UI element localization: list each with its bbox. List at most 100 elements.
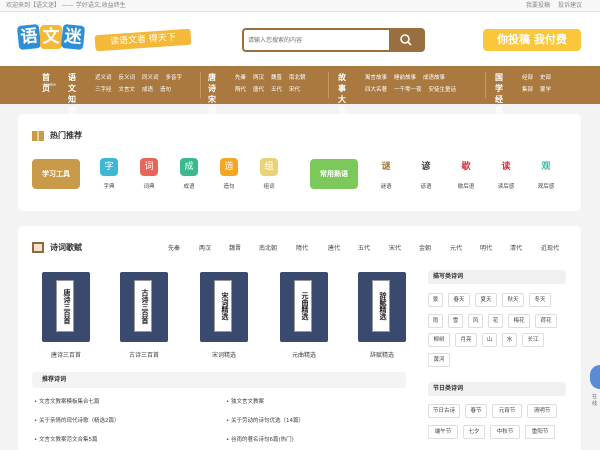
nav-link[interactable]: 两汉 (253, 75, 264, 81)
tag-chip[interactable]: 风 (468, 314, 483, 328)
nav-poetry-title[interactable]: 唐诗 宋词 (208, 72, 216, 116)
nav-link[interactable]: 反义词 (119, 75, 136, 81)
tool-xiehouyu[interactable]: 歇歇后语 (451, 158, 481, 190)
tag-chip[interactable]: 景 (428, 293, 443, 307)
tab-dynasty[interactable]: 明代 (480, 243, 492, 252)
nav-link[interactable]: 魏晋 (271, 75, 282, 81)
nav-link[interactable]: 四大名著 (365, 87, 387, 93)
nav-chinese-title[interactable]: 语文 知识 (68, 72, 76, 116)
tab-dynasty[interactable]: 南北朝 (259, 243, 277, 252)
tab-dynasty[interactable]: 先秦 (168, 243, 180, 252)
nav-link[interactable]: 隋代 (235, 87, 246, 93)
nav-link[interactable]: 同义词 (142, 75, 159, 81)
tool-riddle[interactable]: 谜谜语 (371, 158, 401, 190)
tag-chip[interactable]: 春节 (465, 404, 487, 418)
tag-chip[interactable]: 山 (482, 333, 497, 347)
tag-chip[interactable]: 黄河 (428, 353, 450, 367)
submit-link[interactable]: 我要投稿 (526, 2, 550, 9)
tab-dynasty[interactable]: 元代 (450, 243, 462, 252)
tool-sentence[interactable]: 造造句 (214, 158, 244, 190)
nav-link[interactable]: 寓言故事 (365, 75, 387, 81)
recommend-link[interactable]: • 关于亲情的现代诗歌（精选2篇） (34, 416, 120, 424)
recommend-link[interactable]: • 文言文教案模板集合七篇 (34, 397, 100, 405)
complaint-link[interactable]: 投诉建议 (558, 2, 582, 9)
nav-link[interactable]: 史部 (540, 75, 551, 81)
tab-dynasty[interactable]: 五代 (358, 243, 370, 252)
tag-chip[interactable]: 夏天 (475, 293, 497, 307)
tab-dynasty[interactable]: 金朝 (419, 243, 431, 252)
book-tangshi[interactable]: 唐诗三百首 唐诗三百首 (40, 272, 92, 359)
tag-chip[interactable]: 冬天 (529, 293, 551, 307)
online-service-float[interactable] (590, 365, 600, 389)
tool-book-review[interactable]: 读读后感 (491, 158, 521, 190)
nav-link[interactable]: 蒙学 (540, 87, 551, 93)
site-logo[interactable]: 语 文 迷 (16, 23, 86, 55)
tool-proverb[interactable]: 谚谚语 (411, 158, 441, 190)
tag-chip[interactable]: 清明节 (527, 404, 557, 418)
search-button[interactable] (389, 30, 423, 50)
recommend-link[interactable]: • 文言文教案范文合集5篇 (34, 435, 98, 443)
nav-link[interactable]: 宋代 (289, 87, 300, 93)
book-yuanqu[interactable]: 元曲精选 元曲精选 (278, 272, 330, 359)
tab-dynasty[interactable]: 唐代 (328, 243, 340, 252)
nav-link[interactable]: 唐代 (253, 87, 264, 93)
logo-char-1: 语 (16, 23, 42, 51)
tab-dynasty[interactable]: 清代 (510, 243, 522, 252)
nav-link[interactable]: 安徒生童话 (429, 87, 457, 93)
nav-link[interactable]: 五代 (271, 87, 282, 93)
tool-words[interactable]: 组组词 (254, 158, 284, 190)
tag-chip[interactable]: 水 (502, 333, 517, 347)
tag-chip[interactable]: 春天 (448, 293, 470, 307)
tag-chip[interactable]: 月亮 (455, 333, 477, 347)
search-input[interactable] (248, 32, 388, 48)
tab-dynasty[interactable]: 宋代 (389, 243, 401, 252)
tag-chip[interactable]: 中秋节 (490, 425, 520, 439)
tag-chip[interactable]: 荷花 (535, 314, 557, 328)
tab-dynasty[interactable]: 隋代 (296, 243, 308, 252)
book-cifu[interactable]: 辞赋精选 辞赋精选 (356, 272, 408, 359)
tool-movie-review[interactable]: 观观后感 (531, 158, 561, 190)
tag-chip[interactable]: 节日古诗 (428, 404, 460, 418)
nav-divider (328, 72, 329, 98)
nav-link[interactable]: 集部 (522, 87, 533, 93)
recommend-link[interactable]: • 独文言文教案 (226, 397, 264, 405)
tab-dynasty[interactable]: 两汉 (199, 243, 211, 252)
recommend-link[interactable]: • 谷雨的著名诗句6篇(热门) (226, 435, 294, 443)
nav-link[interactable]: 造句 (160, 87, 171, 93)
tag-chip[interactable]: 重阳节 (525, 425, 555, 439)
nav-link[interactable]: 多音字 (166, 75, 183, 81)
nav-link[interactable]: 南北朝 (289, 75, 306, 81)
tool-cidian[interactable]: 词词典 (134, 158, 164, 190)
tag-chip[interactable]: 梅花 (508, 314, 530, 328)
nav-link[interactable]: 一千零一夜 (394, 87, 422, 93)
study-tools-button[interactable]: 学习工具 (32, 159, 80, 189)
tag-chip[interactable]: 柳树 (428, 333, 450, 347)
nav-stories-title[interactable]: 故事 大全 (338, 72, 346, 116)
recommend-link[interactable]: • 关于劳动的诗句优选（14篇） (226, 416, 304, 424)
nav-link[interactable]: 三字经 (95, 87, 112, 93)
tab-dynasty[interactable]: 魏晋 (229, 243, 241, 252)
tag-chip[interactable]: 端午节 (428, 425, 458, 439)
tag-chip[interactable]: 秋天 (502, 293, 524, 307)
tag-chip[interactable]: 七夕 (463, 425, 485, 439)
nav-classics-title[interactable]: 国学 经典 (495, 72, 503, 116)
nav-link[interactable]: 经部 (522, 75, 533, 81)
book-gushi[interactable]: 古诗三百首 古诗三百首 (118, 272, 170, 359)
nav-link[interactable]: 近义词 (95, 75, 112, 81)
tool-dictionary[interactable]: 字字典 (94, 158, 124, 190)
nav-link[interactable]: 成语 (142, 87, 153, 93)
nav-link[interactable]: 文言文 (119, 87, 136, 93)
tag-chip[interactable]: 元宵节 (492, 404, 522, 418)
common-idioms-button[interactable]: 常用熟语 (310, 159, 358, 189)
tag-chip[interactable]: 雪 (448, 314, 463, 328)
tag-chip[interactable]: 花 (488, 314, 503, 328)
tag-chip[interactable]: 雨 (428, 314, 443, 328)
nav-link[interactable]: 成语故事 (423, 75, 445, 81)
tab-dynasty[interactable]: 近现代 (541, 243, 559, 252)
submit-banner[interactable]: 你投稿 我付费 (483, 29, 581, 51)
nav-link[interactable]: 睡前故事 (394, 75, 416, 81)
book-songci[interactable]: 宋词精选 宋词精选 (198, 272, 250, 359)
tag-chip[interactable]: 长江 (522, 333, 544, 347)
nav-link[interactable]: 先秦 (235, 75, 246, 81)
tool-idiom[interactable]: 成成语 (174, 158, 204, 190)
